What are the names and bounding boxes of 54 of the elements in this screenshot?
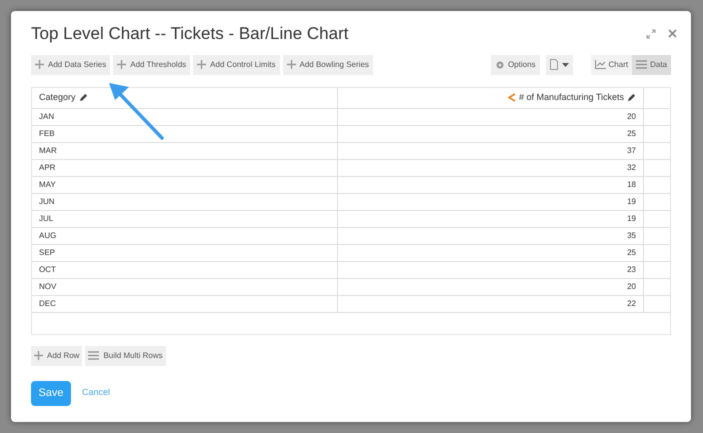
- table-cell: 19: [627, 212, 636, 224]
- line-chart-icon: [594, 60, 606, 69]
- share-icon: [508, 93, 516, 102]
- add-button[interactable]: Add Thresholds: [113, 54, 190, 74]
- plus-icon: [286, 60, 296, 69]
- column-header: # of Manufacturing Tickets: [518, 90, 624, 104]
- pencil-icon: [627, 93, 636, 102]
- table-cell: 19: [627, 196, 636, 208]
- add-button[interactable]: Add Control Limits: [193, 54, 280, 74]
- table-cell: NOV: [39, 280, 56, 292]
- table-cell: JUL: [39, 212, 54, 224]
- table-cell: APR: [39, 162, 56, 174]
- table-cell: OCT: [39, 264, 56, 276]
- column-header: Category: [39, 90, 76, 104]
- table-cell: SEP: [39, 246, 56, 258]
- row-action-button[interactable]: Build Multi Rows: [85, 346, 166, 366]
- table-cell: 18: [627, 178, 636, 190]
- table-cell: JAN: [39, 110, 54, 122]
- table-cell: DEC: [39, 298, 56, 310]
- plus-icon: [34, 351, 43, 360]
- add-button[interactable]: Add Bowling Series: [282, 54, 373, 74]
- table-cell: 20: [627, 110, 636, 122]
- table-cell: JUN: [39, 196, 55, 208]
- export-button[interactable]: [546, 54, 573, 74]
- view-tab[interactable]: Chart: [590, 54, 632, 74]
- plus-icon: [117, 60, 126, 69]
- table-cell: 22: [627, 298, 636, 310]
- plus-icon: [197, 60, 206, 69]
- options-button[interactable]: Options: [490, 54, 540, 74]
- table-cell: 37: [627, 144, 636, 156]
- table-cell: MAY: [39, 178, 56, 190]
- document-icon: [550, 59, 558, 70]
- close-icon[interactable]: [668, 29, 677, 38]
- table-cell: 25: [627, 246, 636, 258]
- table-cell: 20: [627, 280, 636, 292]
- expand-icon[interactable]: [646, 28, 656, 39]
- table-cell: 23: [627, 264, 636, 276]
- row-action-button[interactable]: Add Row: [31, 346, 82, 366]
- table-cell: 35: [627, 230, 636, 242]
- list-icon: [636, 60, 648, 69]
- view-tab[interactable]: Data: [632, 54, 671, 74]
- plus-icon: [35, 60, 44, 69]
- add-button[interactable]: Add Data Series: [31, 54, 110, 74]
- gear-icon: [494, 60, 505, 70]
- pointer-arrow: [107, 81, 165, 141]
- dialog-title: Top Level Chart -- Tickets - Bar/Line Chart: [31, 23, 348, 45]
- table-cell: MAR: [39, 144, 57, 156]
- table-cell: 32: [627, 162, 636, 174]
- table-cell: FEB: [39, 128, 55, 140]
- table-cell: 25: [627, 128, 636, 140]
- caret-icon: [562, 62, 569, 66]
- table-cell: AUG: [39, 230, 56, 242]
- pencil-icon: [78, 93, 88, 102]
- list-icon: [88, 351, 100, 360]
